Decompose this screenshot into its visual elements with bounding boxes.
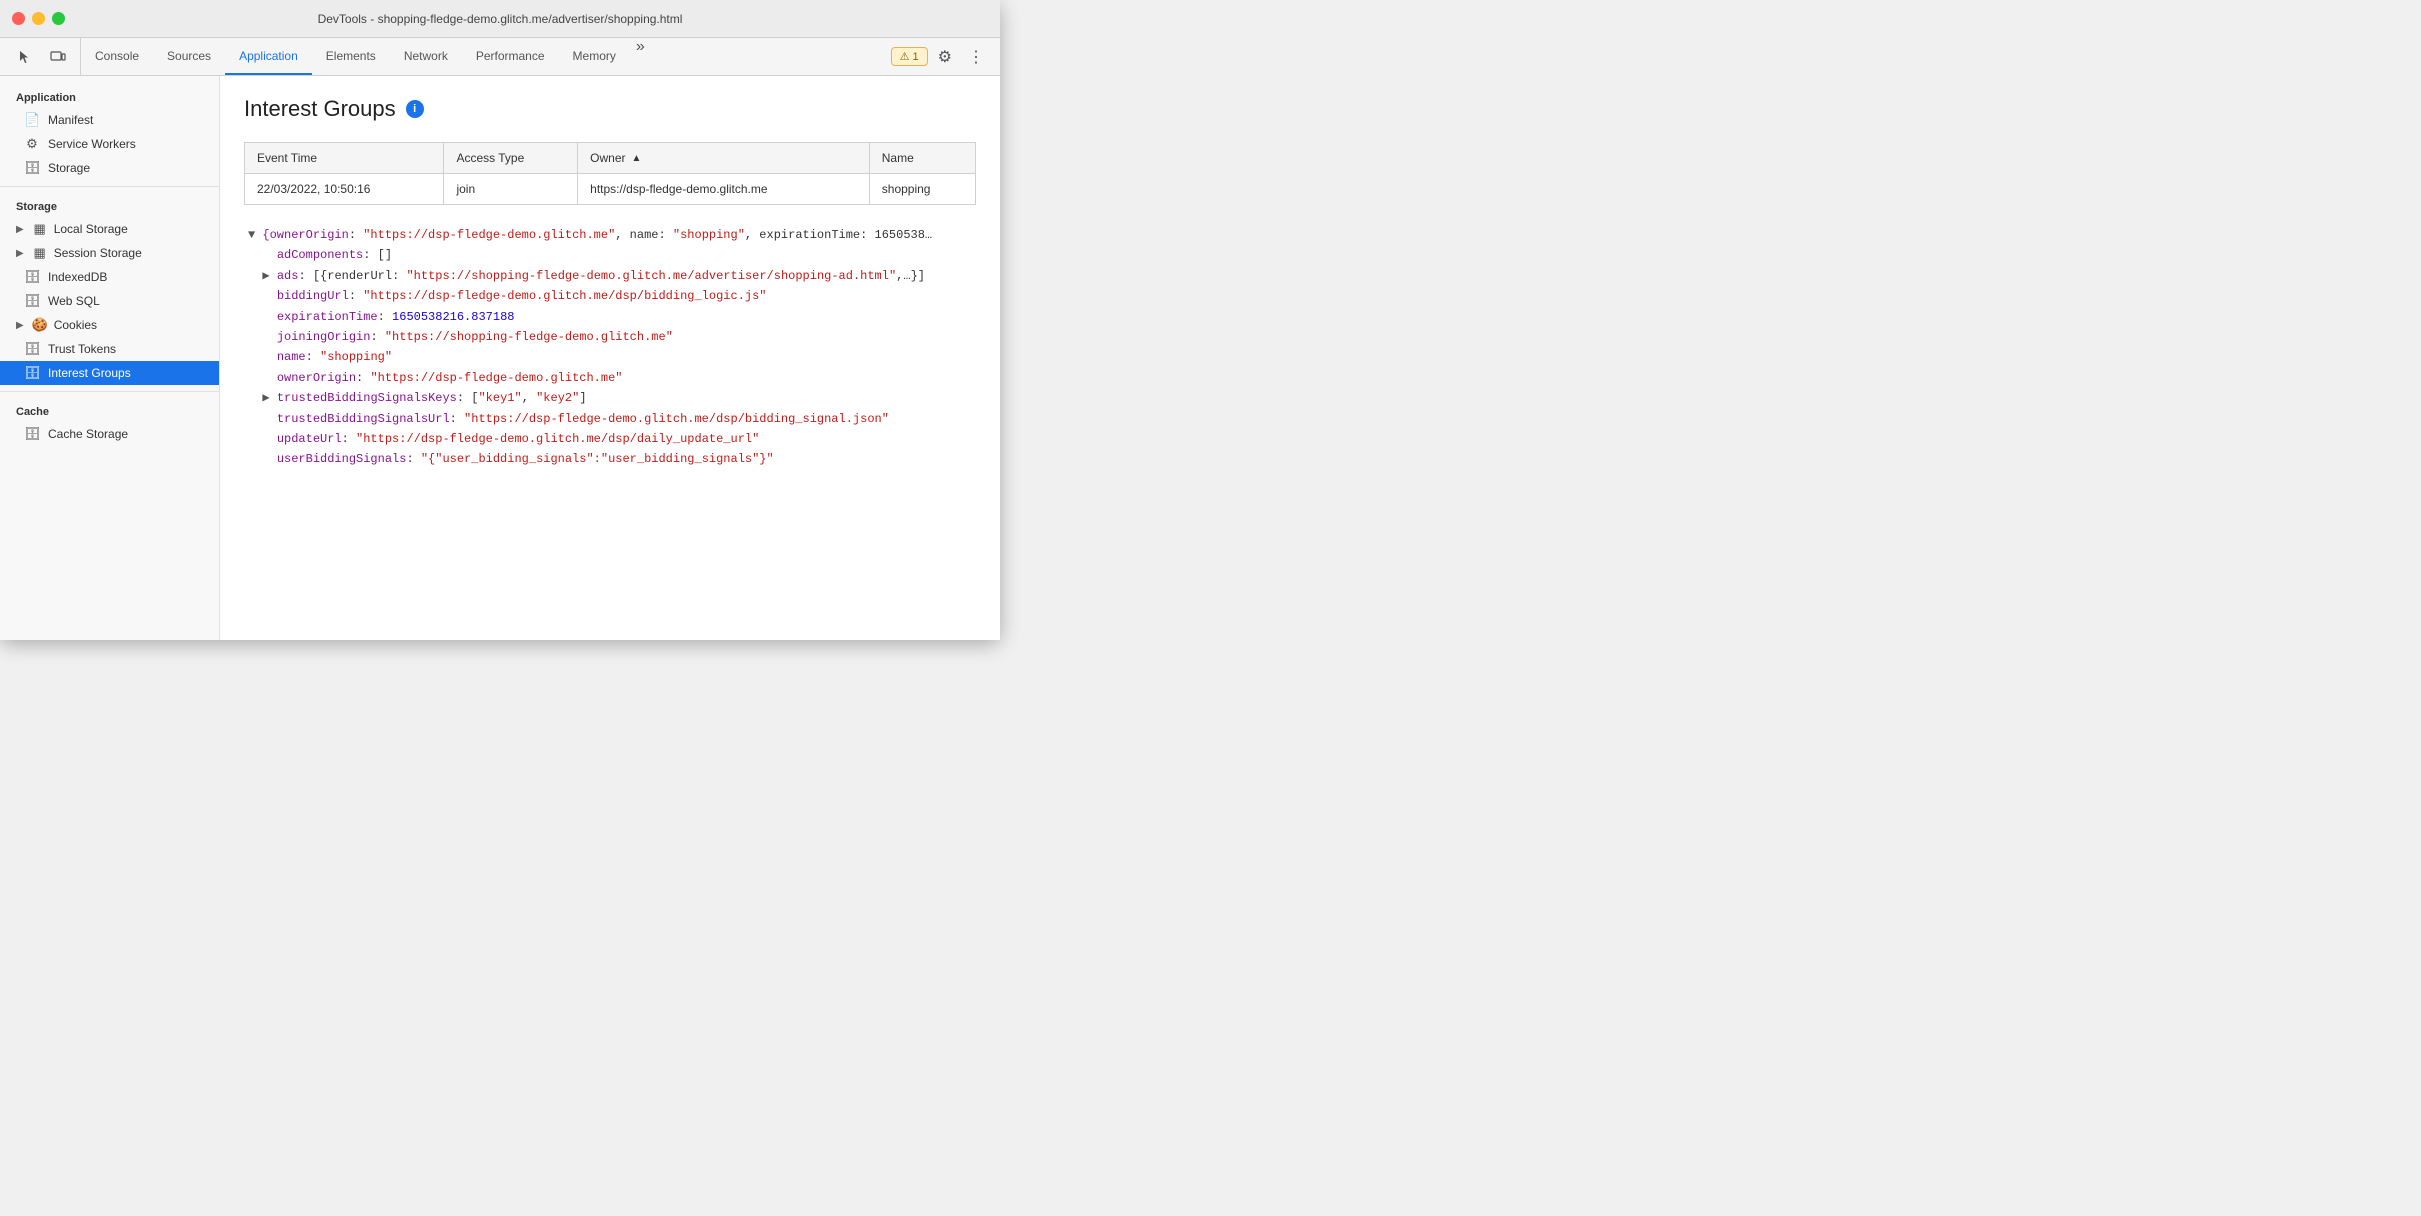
toolbar-tools <box>4 38 81 75</box>
indexeddb-icon: 🗄 <box>24 269 40 285</box>
warning-badge[interactable]: ⚠ 1 <box>891 47 928 66</box>
sidebar-item-web-sql-label: Web SQL <box>48 294 100 308</box>
tabbar: Console Sources Application Elements Net… <box>0 38 1000 76</box>
json-line: ▶ ads: [{renderUrl: "https://shopping-fl… <box>244 266 976 286</box>
sidebar-item-cache-storage[interactable]: 🗄 Cache Storage <box>0 422 219 446</box>
sidebar-item-cookies[interactable]: ▶ 🍪 Cookies <box>0 313 219 337</box>
local-storage-icon: ▦ <box>32 221 48 237</box>
json-line: expirationTime: 1650538216.837188 <box>244 307 976 327</box>
interest-groups-table: Event Time Access Type Owner ▲ Name 22/0… <box>244 142 976 205</box>
sidebar-item-indexeddb[interactable]: 🗄 IndexedDB <box>0 265 219 289</box>
settings-icon[interactable]: ⚙ <box>932 43 958 71</box>
sidebar-item-indexeddb-label: IndexedDB <box>48 270 107 284</box>
trust-tokens-icon: 🗄 <box>24 341 40 357</box>
maximize-button[interactable] <box>52 12 65 25</box>
sidebar: Application 📄 Manifest ⚙ Service Workers… <box>0 76 220 640</box>
sidebar-item-cache-storage-label: Cache Storage <box>48 427 128 441</box>
tab-console[interactable]: Console <box>81 38 153 75</box>
web-sql-icon: 🗄 <box>24 293 40 309</box>
session-storage-icon: ▦ <box>32 245 48 261</box>
cache-storage-icon: 🗄 <box>24 426 40 442</box>
titlebar: DevTools - shopping-fledge-demo.glitch.m… <box>0 0 1000 38</box>
json-line: ▶ trustedBiddingSignalsKeys: ["key1", "k… <box>244 388 976 408</box>
sidebar-item-interest-groups-label: Interest Groups <box>48 366 131 380</box>
more-tabs-button[interactable]: » <box>630 38 651 75</box>
window-controls[interactable] <box>12 12 65 25</box>
sidebar-item-session-storage[interactable]: ▶ ▦ Session Storage <box>0 241 219 265</box>
manifest-icon: 📄 <box>24 112 40 128</box>
json-line: adComponents: [] <box>244 245 976 265</box>
col-event-time[interactable]: Event Time <box>245 143 444 174</box>
col-access-type[interactable]: Access Type <box>444 143 578 174</box>
tab-performance[interactable]: Performance <box>462 38 559 75</box>
sidebar-item-service-workers-label: Service Workers <box>48 137 136 151</box>
sidebar-item-storage-label: Storage <box>48 161 90 175</box>
minimize-button[interactable] <box>32 12 45 25</box>
sidebar-item-manifest[interactable]: 📄 Manifest <box>0 108 219 132</box>
sidebar-item-local-storage[interactable]: ▶ ▦ Local Storage <box>0 217 219 241</box>
json-line: trustedBiddingSignalsUrl: "https://dsp-f… <box>244 409 976 429</box>
json-line: updateUrl: "https://dsp-fledge-demo.glit… <box>244 429 976 449</box>
sidebar-item-service-workers[interactable]: ⚙ Service Workers <box>0 132 219 156</box>
storage-icon: 🗄 <box>24 160 40 176</box>
sidebar-section-storage: Storage <box>0 193 219 217</box>
cursor-tool[interactable] <box>12 43 40 71</box>
page-title-row: Interest Groups i <box>244 96 976 122</box>
json-line: ▼ {ownerOrigin: "https://dsp-fledge-demo… <box>244 225 976 245</box>
sidebar-item-trust-tokens-label: Trust Tokens <box>48 342 116 356</box>
sidebar-item-storage[interactable]: 🗄 Storage <box>0 156 219 180</box>
main-area: Application 📄 Manifest ⚙ Service Workers… <box>0 76 1000 640</box>
sidebar-divider-2 <box>0 391 219 392</box>
sidebar-divider-1 <box>0 186 219 187</box>
col-owner-label: Owner <box>590 151 625 165</box>
sidebar-item-web-sql[interactable]: 🗄 Web SQL <box>0 289 219 313</box>
sort-arrow-icon: ▲ <box>631 153 641 164</box>
tab-application[interactable]: Application <box>225 38 312 75</box>
service-workers-icon: ⚙ <box>24 136 40 152</box>
tab-memory[interactable]: Memory <box>559 38 630 75</box>
cookies-icon: 🍪 <box>32 317 48 333</box>
json-line: joiningOrigin: "https://shopping-fledge-… <box>244 327 976 347</box>
close-button[interactable] <box>12 12 25 25</box>
info-icon[interactable]: i <box>406 100 424 118</box>
json-viewer: ▼ {ownerOrigin: "https://dsp-fledge-demo… <box>244 225 976 470</box>
sidebar-item-interest-groups[interactable]: 🗄 Interest Groups <box>0 361 219 385</box>
json-line: name: "shopping" <box>244 347 976 367</box>
tabs: Console Sources Application Elements Net… <box>81 38 885 75</box>
interest-groups-icon: 🗄 <box>24 365 40 381</box>
tab-network[interactable]: Network <box>390 38 462 75</box>
local-storage-arrow: ▶ <box>16 224 24 235</box>
sidebar-section-cache: Cache <box>0 398 219 422</box>
page-title: Interest Groups <box>244 96 396 122</box>
col-owner[interactable]: Owner ▲ <box>578 143 870 174</box>
sidebar-item-session-storage-label: Session Storage <box>54 246 142 260</box>
tab-sources[interactable]: Sources <box>153 38 225 75</box>
session-storage-arrow: ▶ <box>16 248 24 259</box>
json-line: ownerOrigin: "https://dsp-fledge-demo.gl… <box>244 368 976 388</box>
tabbar-actions: ⚠ 1 ⚙ ⋮ <box>885 38 996 75</box>
tab-elements[interactable]: Elements <box>312 38 390 75</box>
sidebar-item-cookies-label: Cookies <box>54 318 97 332</box>
json-line: userBiddingSignals: "{"user_bidding_sign… <box>244 449 976 469</box>
sidebar-item-local-storage-label: Local Storage <box>54 222 128 236</box>
content-panel: Interest Groups i Event Time Access Type… <box>220 76 1000 640</box>
col-name[interactable]: Name <box>869 143 975 174</box>
json-line: biddingUrl: "https://dsp-fledge-demo.gli… <box>244 286 976 306</box>
cookies-arrow: ▶ <box>16 320 24 331</box>
table-row[interactable]: 22/03/2022, 10:50:16joinhttps://dsp-fled… <box>245 174 976 205</box>
window-title: DevTools - shopping-fledge-demo.glitch.m… <box>318 12 683 26</box>
device-toolbar-toggle[interactable] <box>44 43 72 71</box>
sidebar-section-application: Application <box>0 84 219 108</box>
sidebar-item-trust-tokens[interactable]: 🗄 Trust Tokens <box>0 337 219 361</box>
sidebar-item-manifest-label: Manifest <box>48 113 93 127</box>
more-options-icon[interactable]: ⋮ <box>962 43 990 71</box>
